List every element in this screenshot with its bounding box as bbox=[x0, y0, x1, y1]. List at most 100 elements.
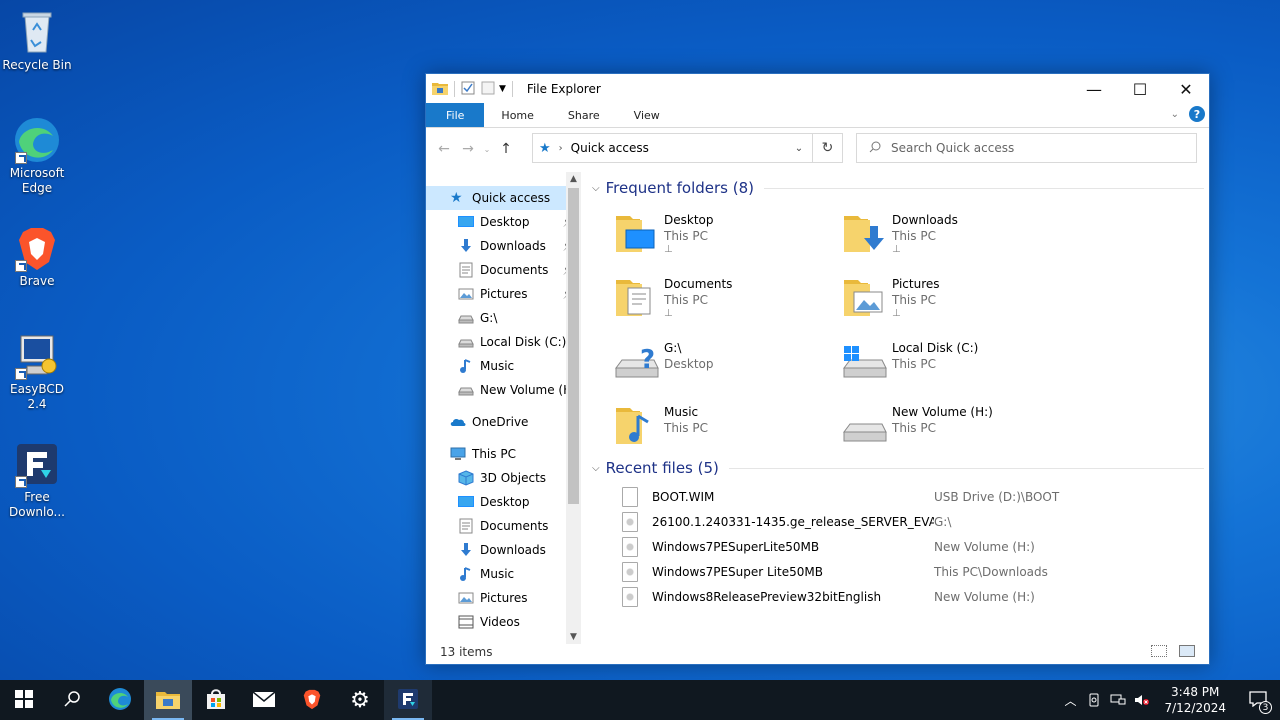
new-folder-icon[interactable] bbox=[481, 81, 495, 98]
scrollbar-thumb[interactable] bbox=[568, 188, 579, 504]
address-bar[interactable]: ★ › Quick access ⌄ ↻ bbox=[532, 133, 843, 163]
desktop-icon-fdm[interactable]: Free Downlo... bbox=[1, 440, 73, 520]
desktop-icon-edge[interactable]: Microsoft Edge bbox=[1, 116, 73, 196]
nav-scrollbar[interactable]: ▲ ▼ bbox=[566, 172, 581, 644]
taskbar-file-explorer[interactable] bbox=[144, 680, 192, 720]
close-button[interactable]: ✕ bbox=[1163, 74, 1209, 104]
volume-muted-icon[interactable] bbox=[1130, 680, 1154, 720]
tile-name: Desktop bbox=[664, 213, 714, 227]
taskbar-edge[interactable] bbox=[96, 680, 144, 720]
nav-item-pc-1[interactable]: Desktop bbox=[426, 490, 581, 514]
nav-item-quick-4[interactable]: G:\ bbox=[426, 306, 581, 330]
large-icons-view-icon[interactable] bbox=[1179, 645, 1195, 657]
frequent-folders-header[interactable]: ⌵ Frequent folders (8) bbox=[584, 176, 1204, 200]
address-dropdown-icon[interactable]: ⌄ bbox=[786, 143, 812, 154]
network-icon[interactable] bbox=[1106, 680, 1130, 720]
desktop-icon-easybcd[interactable]: EasyBCD 2.4 bbox=[1, 332, 73, 412]
back-button[interactable]: ← bbox=[432, 137, 456, 161]
frequent-folder-tile[interactable]: Local Disk (C:) This PC bbox=[840, 338, 1060, 398]
nav-item-pc-4[interactable]: Music bbox=[426, 562, 581, 586]
nav-item-this-pc[interactable]: This PC bbox=[426, 442, 581, 466]
show-hidden-icons-button[interactable]: ︿ bbox=[1058, 680, 1082, 720]
recent-locations-button[interactable]: ⌄ bbox=[480, 137, 494, 161]
nav-item-onedrive[interactable]: OneDrive bbox=[426, 410, 581, 434]
frequent-folder-tile[interactable]: Documents This PC ⊥ bbox=[612, 274, 832, 334]
nav-item-quick-0[interactable]: Desktop📌 bbox=[426, 210, 581, 234]
taskbar-free-download-manager[interactable] bbox=[384, 680, 432, 720]
title-bar[interactable]: ▼ File Explorer — ☐ ✕ bbox=[426, 74, 1209, 104]
frequent-folder-tile[interactable]: Pictures This PC ⊥ bbox=[840, 274, 1060, 334]
tab-share[interactable]: Share bbox=[551, 103, 617, 127]
minimize-button[interactable]: — bbox=[1071, 74, 1117, 104]
desktop-icon-brave[interactable]: Brave bbox=[1, 224, 73, 289]
nav-item-pc-5[interactable]: Pictures bbox=[426, 586, 581, 610]
nav-label: Videos bbox=[480, 615, 520, 629]
search-button[interactable] bbox=[48, 680, 96, 720]
search-box[interactable]: Search Quick access bbox=[856, 133, 1197, 163]
pictures-folder-icon bbox=[458, 590, 474, 606]
taskbar-settings[interactable]: ⚙ bbox=[336, 680, 384, 720]
frequent-folder-tile[interactable]: Music This PC bbox=[612, 402, 832, 462]
nav-item-quick-7[interactable]: New Volume (H:) bbox=[426, 378, 581, 402]
onedrive-icon bbox=[450, 414, 466, 430]
desktop-icon-label: Brave bbox=[19, 274, 55, 288]
scroll-up-icon[interactable]: ▲ bbox=[566, 174, 581, 184]
tile-name: New Volume (H:) bbox=[892, 405, 993, 419]
nav-item-quick-1[interactable]: Downloads📌 bbox=[426, 234, 581, 258]
file-name: Windows7PESuper Lite50MB bbox=[652, 564, 823, 579]
gear-icon: ⚙ bbox=[350, 687, 370, 713]
tab-home[interactable]: Home bbox=[484, 103, 550, 127]
desktop-folder-icon bbox=[612, 210, 660, 258]
up-button[interactable]: ↑ bbox=[494, 137, 518, 161]
recent-file-row[interactable]: Windows8ReleasePreview32bitEnglish New Vo… bbox=[584, 584, 1204, 609]
help-icon[interactable]: ? bbox=[1189, 106, 1205, 122]
nav-item-quick-2[interactable]: Documents📌 bbox=[426, 258, 581, 282]
start-button[interactable] bbox=[0, 680, 48, 720]
mail-icon bbox=[252, 690, 276, 711]
frequent-folder-tile[interactable]: Downloads This PC ⊥ bbox=[840, 210, 1060, 270]
music-icon bbox=[458, 358, 474, 374]
breadcrumb-quick-access[interactable]: Quick access bbox=[571, 141, 649, 155]
details-view-icon[interactable] bbox=[1151, 645, 1167, 657]
qat-dropdown-icon[interactable]: ▼ bbox=[499, 84, 506, 94]
nav-item-quick-5[interactable]: Local Disk (C:) bbox=[426, 330, 581, 354]
nav-label: This PC bbox=[472, 447, 516, 461]
tab-file[interactable]: File bbox=[426, 103, 485, 127]
maximize-button[interactable]: ☐ bbox=[1117, 74, 1163, 104]
expand-ribbon-icon[interactable]: ⌄ bbox=[1171, 109, 1179, 120]
properties-icon[interactable] bbox=[461, 81, 475, 98]
chevron-down-icon: ⌵ bbox=[592, 462, 600, 474]
recent-file-row[interactable]: Windows7PESuper Lite50MB This PC\Download… bbox=[584, 559, 1204, 584]
nav-item-quick-access[interactable]: ★ Quick access bbox=[426, 186, 581, 210]
forward-button[interactable]: → bbox=[456, 137, 480, 161]
frequent-folder-tile[interactable]: New Volume (H:) This PC bbox=[840, 402, 1060, 462]
pictures-folder-icon bbox=[458, 286, 474, 302]
taskbar-store[interactable] bbox=[192, 680, 240, 720]
recent-file-row[interactable]: BOOT.WIM USB Drive (D:)\BOOT bbox=[584, 484, 1204, 509]
refresh-button[interactable]: ↻ bbox=[812, 134, 842, 162]
taskbar-brave[interactable] bbox=[288, 680, 336, 720]
nav-label: Local Disk (C:) bbox=[480, 335, 567, 349]
frequent-folder-tile[interactable]: ? G:\ Desktop bbox=[612, 338, 832, 398]
recent-file-row[interactable]: Windows7PESuperLite50MB New Volume (H:) bbox=[584, 534, 1204, 559]
window-title: File Explorer bbox=[526, 82, 601, 96]
nav-item-quick-6[interactable]: Music bbox=[426, 354, 581, 378]
tray-device-icon[interactable] bbox=[1082, 680, 1106, 720]
nav-item-pc-2[interactable]: Documents bbox=[426, 514, 581, 538]
nav-item-pc-0[interactable]: 3D Objects bbox=[426, 466, 581, 490]
action-center-button[interactable]: 3 bbox=[1236, 680, 1280, 720]
maximize-icon: ☐ bbox=[1132, 79, 1148, 99]
nav-item-pc-3[interactable]: Downloads bbox=[426, 538, 581, 562]
recent-file-row[interactable]: 26100.1.240331-1435.ge_release_SERVER_EV… bbox=[584, 509, 1204, 534]
quick-access-toolbar: ▼ bbox=[432, 74, 519, 104]
clock[interactable]: 3:48 PM 7/12/2024 bbox=[1154, 684, 1236, 716]
taskbar-mail[interactable] bbox=[240, 680, 288, 720]
tab-view[interactable]: View bbox=[617, 103, 677, 127]
system-tray: ︿ 3:48 PM 7/12/2024 3 bbox=[1058, 680, 1280, 720]
desktop-icon-recycle-bin[interactable]: Recycle Bin bbox=[1, 8, 73, 73]
item-count: 13 items bbox=[440, 645, 493, 659]
nav-item-quick-3[interactable]: Pictures📌 bbox=[426, 282, 581, 306]
desktop-folder-icon bbox=[458, 494, 474, 510]
nav-item-pc-6[interactable]: Videos bbox=[426, 610, 581, 634]
frequent-folder-tile[interactable]: Desktop This PC ⊥ bbox=[612, 210, 832, 270]
